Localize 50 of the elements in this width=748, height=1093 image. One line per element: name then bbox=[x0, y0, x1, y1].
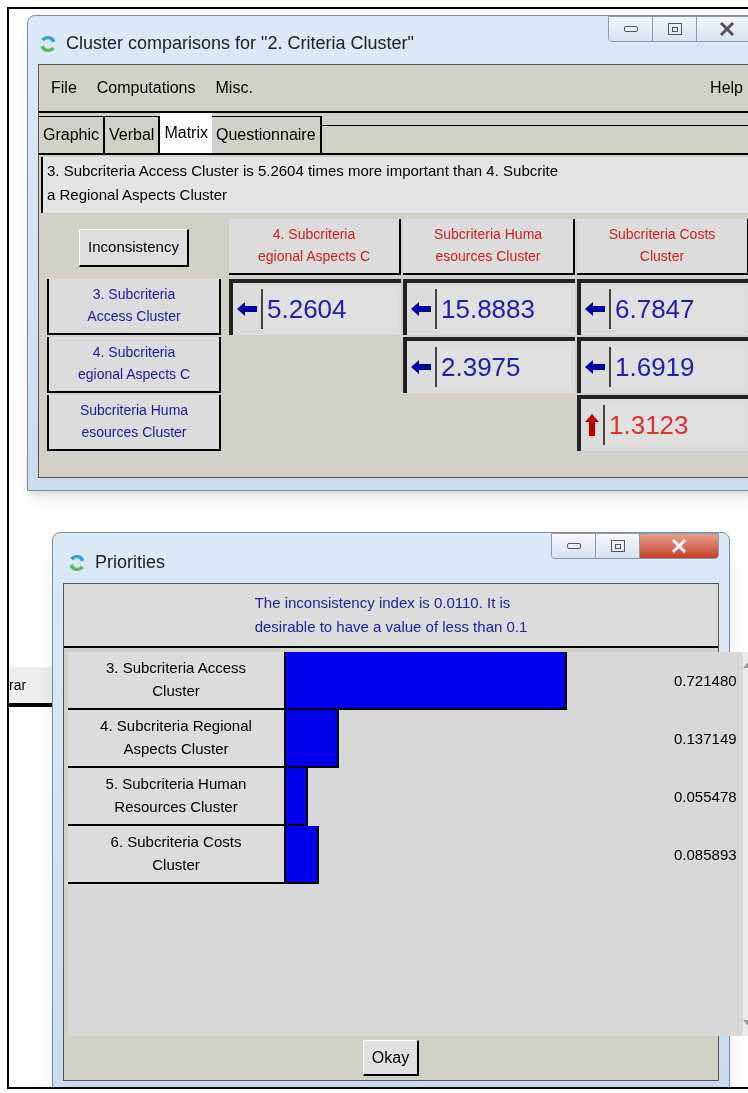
priority-value: 0.055478 bbox=[674, 786, 738, 807]
ratio-cell[interactable]: 5.2604 bbox=[229, 279, 401, 335]
row-header: Subcriteria Huma esources Cluster bbox=[47, 395, 221, 451]
row-header: 3. Subcriteria Access Cluster bbox=[47, 279, 221, 335]
close-button[interactable] bbox=[697, 17, 748, 41]
window-title: Cluster comparisons for "2. Criteria Cluster" bbox=[66, 32, 414, 55]
row-header: 4. Subcriteria egional Aspects C bbox=[47, 337, 221, 393]
column-header: Subcriteria Huma esources Cluster bbox=[403, 219, 575, 275]
close-icon bbox=[719, 22, 735, 36]
column-header: 4. Subcriteria egional Aspects C bbox=[229, 219, 401, 275]
tab[interactable]: Questionnaire bbox=[211, 116, 322, 153]
tab[interactable]: Verbal bbox=[105, 116, 161, 153]
window-title: Priorities bbox=[95, 551, 165, 574]
priority-value: 0.137149 bbox=[674, 728, 738, 749]
left-arrow-icon[interactable] bbox=[237, 301, 257, 317]
left-arrow-icon[interactable] bbox=[411, 301, 431, 317]
menu-item[interactable]: File bbox=[51, 76, 77, 100]
menu-item[interactable]: Computations bbox=[96, 76, 196, 100]
priority-label: 6. Subcriteria Costs Cluster bbox=[68, 826, 284, 884]
inconsistency-message: The inconsistency index is 0.0110. It is desirable to have a value of less than 0.1 bbox=[254, 593, 528, 637]
priority-value: 0.085893 bbox=[674, 844, 738, 865]
menu-item[interactable]: Help bbox=[710, 76, 743, 100]
minimize-button[interactable] bbox=[609, 17, 653, 41]
priority-label: 3. Subcriteria Access Cluster bbox=[68, 652, 284, 710]
comparison-description: 3. Subcriteria Access Cluster is 5.2604 times more important than 4. Subcrite a Regional Aspects Cluster bbox=[41, 157, 748, 213]
left-arrow-icon[interactable] bbox=[411, 359, 431, 375]
left-arrow-icon[interactable] bbox=[585, 301, 605, 317]
menu-item[interactable]: Misc. bbox=[215, 76, 253, 100]
ratio-cell[interactable]: 1.6919 bbox=[577, 337, 748, 393]
maximize-button[interactable] bbox=[596, 534, 640, 558]
priority-label: 5. Subcriteria Human Resources Cluster bbox=[68, 768, 284, 826]
close-icon bbox=[671, 539, 687, 553]
ratio-cell[interactable]: 2.3975 bbox=[403, 337, 575, 393]
column-header: Subcriteria Costs Cluster bbox=[577, 219, 748, 275]
close-button[interactable] bbox=[640, 534, 718, 558]
tab[interactable]: Matrix bbox=[160, 113, 212, 153]
tab[interactable]: Graphic bbox=[39, 116, 106, 153]
left-arrow-icon[interactable] bbox=[585, 359, 605, 375]
up-arrow-icon[interactable] bbox=[585, 414, 599, 436]
maximize-button[interactable] bbox=[653, 17, 697, 41]
minimize-button[interactable] bbox=[552, 534, 596, 558]
refresh-icon bbox=[38, 33, 58, 54]
ratio-cell[interactable]: 6.7847 bbox=[577, 279, 748, 335]
okay-button[interactable]: Okay bbox=[362, 1040, 420, 1076]
refresh-icon bbox=[67, 552, 87, 573]
inconsistency-button[interactable]: Inconsistency bbox=[79, 229, 189, 267]
ratio-cell[interactable]: 15.8883 bbox=[403, 279, 575, 335]
priority-value: 0.721480 bbox=[674, 670, 738, 691]
background-text: rar bbox=[9, 675, 27, 695]
priority-label: 4. Subcriteria Regional Aspects Cluster bbox=[68, 710, 284, 768]
